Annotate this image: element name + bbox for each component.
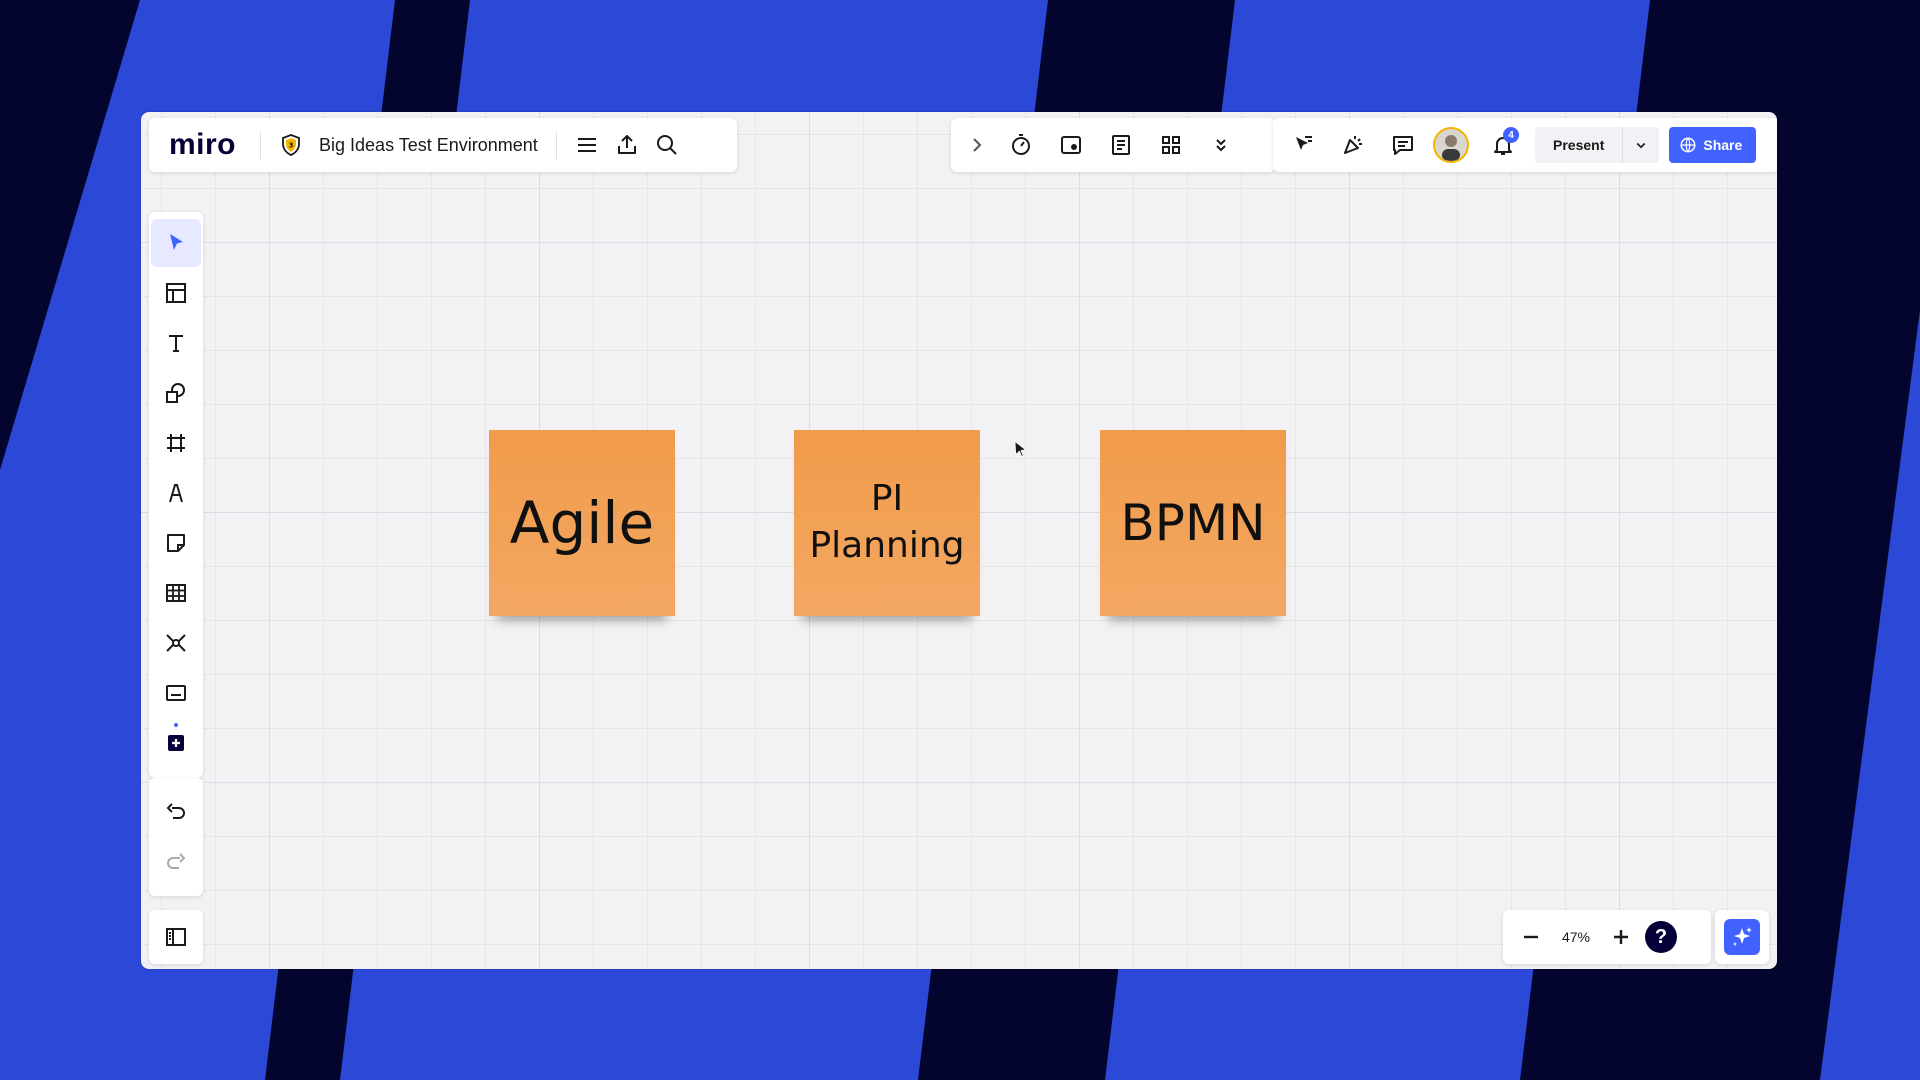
sidebar-icon — [166, 928, 186, 946]
card-tool[interactable] — [151, 669, 201, 717]
chevron-right-icon[interactable] — [963, 125, 991, 165]
zoom-out-button[interactable] — [1511, 917, 1551, 957]
frame-icon — [167, 434, 185, 452]
template-icon — [166, 283, 186, 303]
redo-icon — [167, 853, 186, 869]
shapes-tool[interactable] — [151, 369, 201, 417]
pen-tool[interactable] — [151, 469, 201, 517]
text-icon — [169, 335, 183, 352]
search-icon[interactable] — [647, 125, 687, 165]
cursor-follow-icon[interactable] — [1283, 125, 1323, 165]
mindmap-icon — [166, 634, 186, 652]
celebrate-icon[interactable] — [1333, 125, 1373, 165]
undo-icon — [166, 803, 185, 819]
plus-box-icon — [168, 735, 184, 751]
board-title[interactable]: Big Ideas Test Environment — [311, 135, 546, 156]
chevrons-down-icon[interactable] — [1201, 125, 1241, 165]
video-chat-icon[interactable] — [1051, 125, 1091, 165]
sparkle-icon — [1733, 927, 1752, 946]
tools-toolbar — [149, 212, 203, 778]
history-toolbar — [149, 778, 203, 896]
templates-tool[interactable] — [151, 269, 201, 317]
ai-assist-button[interactable] — [1724, 919, 1760, 955]
chevron-down-icon — [1637, 142, 1646, 149]
miro-window: miro 3 Big Ideas Test Environment 4 Pres… — [141, 112, 1777, 969]
cursor-icon — [170, 234, 183, 250]
zoom-in-button[interactable] — [1601, 917, 1641, 957]
miro-logo: miro — [169, 128, 237, 161]
undo-button[interactable] — [151, 788, 201, 836]
sticky-note-text: BPMN — [1120, 494, 1266, 552]
notes-icon[interactable] — [1101, 125, 1141, 165]
sticky-note-agile[interactable]: Agile — [489, 430, 675, 616]
svg-text:3: 3 — [289, 142, 294, 150]
sticky-note-bpmn[interactable]: BPMN — [1100, 430, 1286, 616]
present-button[interactable]: Present — [1535, 137, 1622, 153]
mouse-cursor-icon — [1014, 440, 1027, 458]
actions-panel: 4 Present Share — [1273, 118, 1777, 172]
present-button-group: Present — [1535, 127, 1660, 163]
sticky-note-text-line1: PI — [870, 478, 904, 520]
pen-icon — [169, 484, 183, 503]
avatar[interactable] — [1433, 127, 1469, 163]
sticky-note-text: Agile — [509, 489, 655, 557]
zoom-panel: 47% ? — [1503, 910, 1711, 964]
zoom-level[interactable]: 47% — [1551, 929, 1601, 945]
sidebar-toggle-panel — [149, 910, 203, 964]
header-panel: miro 3 Big Ideas Test Environment — [149, 118, 737, 172]
globe-icon — [1680, 137, 1696, 153]
mindmap-tool[interactable] — [151, 619, 201, 667]
sidebar-toggle-button[interactable] — [156, 917, 196, 957]
minus-icon — [1524, 935, 1538, 939]
divider — [555, 131, 557, 159]
text-tool[interactable] — [151, 319, 201, 367]
sticky-note-icon — [167, 534, 185, 552]
comment-icon[interactable] — [1383, 125, 1423, 165]
card-icon — [166, 685, 186, 701]
help-button[interactable]: ? — [1641, 917, 1681, 957]
help-icon: ? — [1645, 921, 1677, 953]
table-icon — [166, 584, 186, 602]
ai-assist-panel — [1715, 910, 1769, 964]
sticky-note-text-line2: Planning — [809, 525, 965, 566]
share-button[interactable]: Share — [1669, 127, 1757, 163]
frame-tool[interactable] — [151, 419, 201, 467]
sticky-note-tool[interactable] — [151, 519, 201, 567]
notification-badge: 4 — [1503, 127, 1519, 143]
shield-badge-icon[interactable]: 3 — [271, 125, 311, 165]
shapes-icon — [166, 383, 185, 403]
new-dot — [174, 723, 178, 727]
plus-icon — [1614, 930, 1628, 944]
redo-button[interactable] — [151, 838, 201, 886]
table-tool[interactable] — [151, 569, 201, 617]
more-apps-tool[interactable] — [151, 719, 201, 767]
sticky-note-pi-planning[interactable]: PI Planning — [794, 430, 980, 616]
collab-panel — [951, 118, 1275, 172]
menu-icon[interactable] — [567, 125, 607, 165]
timer-icon[interactable] — [1001, 125, 1041, 165]
present-options-button[interactable] — [1622, 127, 1659, 163]
share-label: Share — [1703, 137, 1743, 153]
bell-icon[interactable]: 4 — [1483, 125, 1523, 165]
apps-grid-icon[interactable] — [1151, 125, 1191, 165]
select-tool[interactable] — [151, 219, 201, 267]
divider — [260, 131, 262, 159]
export-icon[interactable] — [607, 125, 647, 165]
